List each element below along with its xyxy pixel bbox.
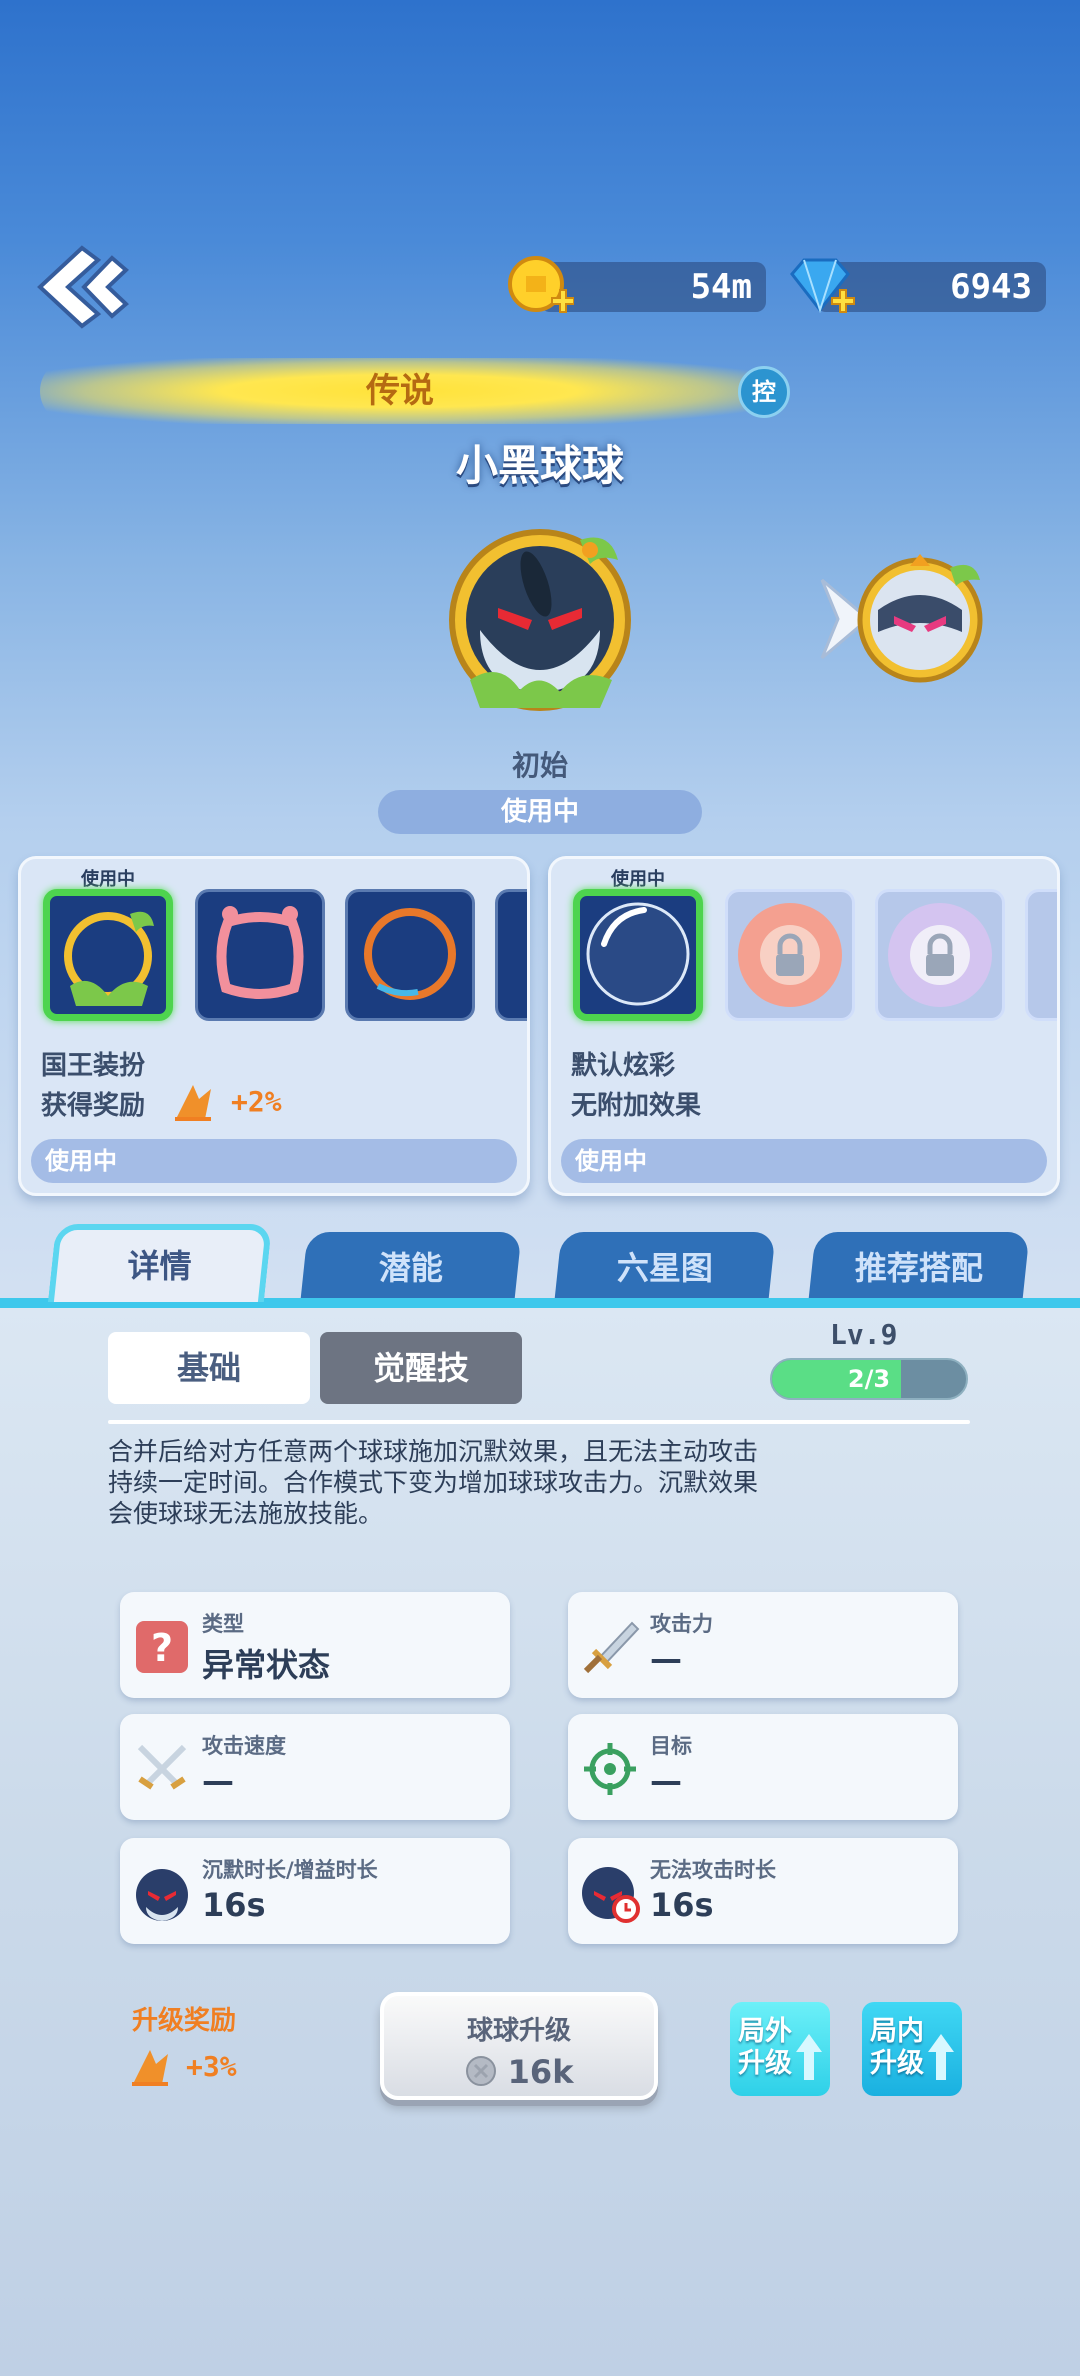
stat-no-attack-duration: 无法攻击时长 16s bbox=[568, 1838, 958, 1944]
skin-slot-king[interactable] bbox=[43, 889, 173, 1021]
level-label: Lv.9 bbox=[830, 1318, 898, 1351]
divider bbox=[108, 1420, 970, 1424]
stat-type: ? 类型 异常状态 bbox=[120, 1592, 510, 1698]
tab-six-star[interactable]: 六星图 bbox=[554, 1232, 776, 1302]
ball-icon bbox=[136, 1869, 188, 1921]
character-name: 小黑球球 bbox=[455, 441, 624, 490]
up-arrow-icon bbox=[928, 2034, 954, 2080]
effect-name: 默认炫彩 bbox=[571, 1051, 676, 1081]
skin-in-use-tag: 使用中 bbox=[81, 869, 135, 890]
up-arrow-icon bbox=[796, 2034, 822, 2080]
rarity-banner: 传说 bbox=[40, 358, 760, 424]
control-type-badge[interactable]: 控 bbox=[738, 366, 790, 418]
effect-slot-locked-1[interactable] bbox=[725, 889, 855, 1021]
inside-upgrade-button[interactable]: 局内 升级 bbox=[862, 2002, 962, 2096]
ball-timer-icon bbox=[582, 1867, 640, 1923]
attack-boost-icon bbox=[175, 1085, 211, 1121]
stat-attack: 攻击力 — bbox=[568, 1592, 958, 1698]
upgrade-reward-label: 升级奖励 bbox=[132, 2006, 237, 2036]
evolved-form-portrait[interactable] bbox=[850, 550, 990, 690]
form-stage-label: 初始 bbox=[511, 749, 568, 782]
skin-slot-pink[interactable] bbox=[195, 889, 325, 1021]
effect-slot-default[interactable] bbox=[573, 889, 703, 1021]
character-portrait bbox=[449, 529, 631, 711]
clear-bubble-icon bbox=[586, 902, 690, 1006]
effect-slot-locked-2[interactable] bbox=[875, 889, 1005, 1021]
gem-value: 6943 bbox=[950, 267, 1032, 307]
sword-icon bbox=[583, 1621, 640, 1674]
tab-potential[interactable]: 潜能 bbox=[300, 1232, 522, 1302]
skin-reward-value: +2% bbox=[231, 1085, 282, 1118]
coin-icon bbox=[465, 2056, 496, 2086]
effect-slot-more[interactable] bbox=[1025, 889, 1057, 1021]
upgrade-button-label: 球球升级 bbox=[466, 2016, 571, 2046]
crossed-swords-icon bbox=[137, 1744, 187, 1790]
ball-upgrade-button[interactable]: 球球升级 16k bbox=[380, 1992, 658, 2100]
skin-card: 使用中 国王装扮 获得奖励 +2% 使用中 bbox=[18, 856, 530, 1196]
skin-status-button[interactable]: 使用中 bbox=[31, 1139, 517, 1183]
outside-upgrade-button[interactable]: 局外 升级 bbox=[730, 2002, 830, 2096]
stat-target: 目标 — bbox=[568, 1714, 958, 1820]
upgrade-reward-value: +3% bbox=[186, 2050, 237, 2083]
back-button[interactable] bbox=[22, 244, 132, 330]
stat-silence-duration: 沉默时长/增益时长 16s bbox=[120, 1838, 510, 1944]
skin-slot-more[interactable] bbox=[495, 889, 527, 1021]
svg-text:?: ? bbox=[151, 1626, 173, 1670]
gold-coin-add-icon[interactable] bbox=[504, 254, 574, 320]
attack-boost-icon bbox=[132, 2050, 168, 2086]
tab-recommended[interactable]: 推荐搭配 bbox=[808, 1232, 1030, 1302]
effect-card: 使用中 默认炫彩 无附加效果 使用中 bbox=[548, 856, 1060, 1196]
effect-description: 无附加效果 bbox=[571, 1091, 702, 1121]
form-status-button[interactable]: 使用中 bbox=[378, 790, 702, 834]
skin-slot-flame[interactable] bbox=[345, 889, 475, 1021]
skin-reward-label: 获得奖励 bbox=[41, 1091, 146, 1121]
locked-rainbow-bubble-icon bbox=[888, 903, 992, 1007]
skin-name: 国王装扮 bbox=[41, 1051, 146, 1081]
question-icon: ? bbox=[136, 1621, 188, 1673]
effect-in-use-tag: 使用中 bbox=[611, 869, 665, 890]
upgrade-cost: 16k bbox=[384, 2053, 654, 2091]
gold-value: 54m bbox=[690, 267, 752, 307]
stat-attack-speed: 攻击速度 — bbox=[120, 1714, 510, 1820]
locked-red-bubble-icon bbox=[738, 903, 842, 1007]
pink-frame-icon bbox=[216, 906, 304, 999]
flame-frame-icon bbox=[364, 908, 456, 1000]
target-icon bbox=[584, 1743, 636, 1795]
tab-details[interactable]: 详情 bbox=[47, 1224, 273, 1302]
subtab-basic[interactable]: 基础 bbox=[108, 1332, 310, 1404]
golden-vine-frame-icon bbox=[64, 911, 154, 1006]
back-arrow-icon bbox=[37, 245, 129, 329]
skill-description: 合并后给对方任意两个球球施加沉默效果，且无法主动攻击 持续一定时间。合作模式下变… bbox=[108, 1437, 759, 1528]
level-progress-text: 2/3 bbox=[847, 1365, 891, 1393]
gem-add-icon[interactable] bbox=[786, 254, 856, 320]
level-progress-bar: 2/3 bbox=[770, 1358, 968, 1400]
effect-status-button[interactable]: 使用中 bbox=[561, 1139, 1047, 1183]
subtab-awaken-skill[interactable]: 觉醒技 bbox=[320, 1332, 522, 1404]
